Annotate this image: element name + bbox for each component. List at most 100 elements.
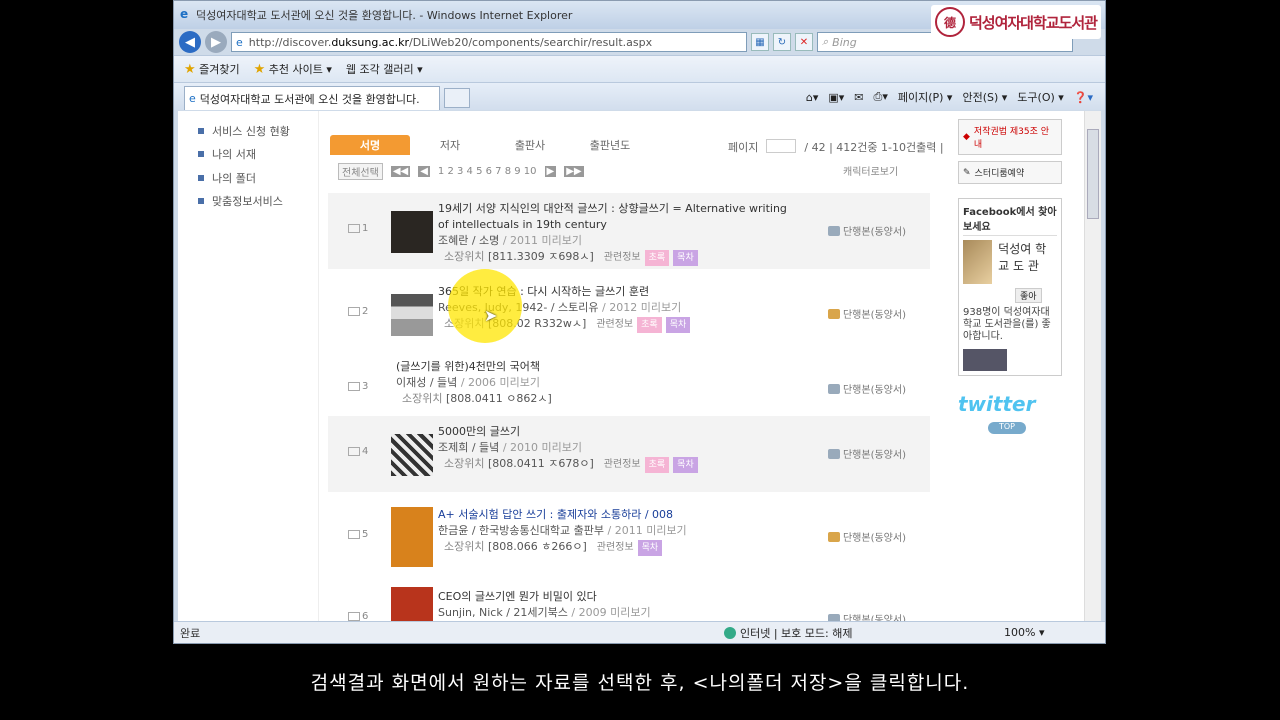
copyright-button[interactable]: ◆ 저작권법 제35조 안내 (958, 119, 1062, 155)
sort-tab-year[interactable]: 출판년도 (570, 135, 650, 155)
result-checkbox[interactable] (348, 446, 360, 456)
book-cover[interactable] (391, 211, 433, 253)
window-title: 덕성여자대학교 도서관에 오신 것을 환영합니다. - Windows Inte… (196, 9, 573, 22)
result-row: 5 A+ 서술시험 답안 쓰기 : 출제자와 소통하라 / 008 한금윤 / … (328, 499, 930, 575)
result-number[interactable]: 1 (348, 223, 368, 234)
refresh-icon[interactable]: ↻ (773, 33, 791, 51)
bullet-icon (198, 174, 204, 181)
result-number[interactable]: 4 (348, 446, 368, 457)
first-page-icon[interactable]: ◀◀ (390, 166, 411, 177)
nav-item-custom[interactable]: 맞춤정보서비스 (198, 190, 290, 214)
sort-tab-publisher[interactable]: 출판사 (490, 135, 570, 155)
result-checkbox[interactable] (348, 381, 360, 391)
result-number[interactable]: 5 (348, 529, 368, 540)
info-link[interactable]: 관련정보 (597, 542, 634, 553)
like-button[interactable]: 좋아 (1015, 288, 1042, 303)
material-type: 단행본(동양서) (827, 306, 906, 321)
book-icon (827, 308, 840, 319)
forward-button[interactable]: ▶ (205, 31, 227, 53)
book-icon (827, 383, 840, 394)
fan-avatar[interactable] (963, 349, 1007, 371)
back-button[interactable]: ◀ (179, 31, 201, 53)
status-text: 완료 (180, 626, 201, 640)
web-slice-gallery-button[interactable]: 웹 조각 갤러리 ▾ (346, 61, 423, 77)
result-info: 19세기 서양 지식인의 대안적 글쓰기 : 상향글쓰기 = Alternati… (438, 201, 798, 266)
twitter-top-button[interactable]: TOP (988, 422, 1026, 434)
result-location: 소장위치 [811.3309 ㅈ698ㅅ] 관련정보 초록 목차 (438, 249, 798, 266)
scrollbar[interactable] (1084, 111, 1101, 621)
copyright-icon: ◆ (963, 132, 970, 142)
page-numbers[interactable]: 1 2 3 4 5 6 7 8 9 10 (438, 166, 537, 177)
feeds-icon[interactable]: ▣▾ (828, 91, 844, 104)
favorites-bar: ★ 즐겨찾기 ★ 추천 사이트 ▾ 웹 조각 갤러리 ▾ (174, 55, 1105, 82)
sort-tab-author[interactable]: 저자 (410, 135, 490, 155)
book-cover[interactable] (391, 507, 433, 567)
result-title[interactable]: 5000만의 글쓰기 (438, 424, 798, 440)
result-location: 소장위치 [808.0411 ㅈ678ㅇ] 관련정보 초록 목차 (438, 456, 798, 473)
abstract-badge[interactable]: 초록 (644, 250, 670, 266)
globe-icon (724, 626, 736, 639)
search-placeholder: Bing (832, 35, 857, 49)
next-page-icon[interactable]: ▶ (544, 166, 557, 177)
result-title[interactable]: 19세기 서양 지식인의 대안적 글쓰기 : 상향글쓰기 = Alternati… (438, 201, 798, 233)
result-title[interactable]: A+ 서술시험 답안 쓰기 : 출제자와 소통하라 / 008 (438, 507, 798, 523)
toc-badge[interactable]: 목차 (665, 317, 691, 333)
result-checkbox[interactable] (348, 223, 360, 233)
result-number[interactable]: 3 (348, 381, 368, 392)
result-checkbox[interactable] (348, 529, 360, 539)
view-toggle[interactable]: 캐릭터로보기 (843, 163, 898, 178)
select-all-button[interactable]: 전체선택 (338, 163, 383, 180)
favorites-button[interactable]: ★ 즐겨찾기 (184, 61, 240, 77)
print-icon[interactable]: ⎙▾ (874, 90, 888, 104)
book-icon (827, 613, 840, 621)
study-room-button[interactable]: ✎ 스터디룸예약 (958, 161, 1062, 184)
prev-page-icon[interactable]: ◀ (418, 166, 430, 177)
toc-badge[interactable]: 목차 (673, 457, 698, 473)
page-input[interactable] (766, 139, 797, 153)
facebook-avatar[interactable] (963, 240, 993, 284)
abstract-badge[interactable]: 초록 (637, 317, 662, 333)
suggested-sites-button[interactable]: ★ 추천 사이트 ▾ (254, 61, 332, 77)
book-cover[interactable] (391, 434, 433, 476)
help-icon[interactable]: ❓▾ (1074, 91, 1093, 104)
toc-badge[interactable]: 목차 (673, 250, 698, 266)
result-info: A+ 서술시험 답안 쓰기 : 출제자와 소통하라 / 008 한금윤 / 한국… (438, 507, 798, 556)
info-link[interactable]: 관련정보 (596, 319, 633, 330)
home-icon[interactable]: ⌂▾ (806, 91, 819, 104)
page-content: 서비스 신청 현황 나의 서재 나의 폴더 맞춤정보서비스 서명 저자 출판사 … (178, 111, 1101, 621)
pencil-icon: ✎ (963, 167, 971, 178)
scrollbar-thumb[interactable] (1087, 129, 1099, 219)
facebook-page-name[interactable]: 덕성여 학교 도 관 (998, 240, 1057, 284)
tools-menu[interactable]: 도구(O) ▾ (1017, 89, 1064, 105)
book-cover[interactable] (391, 294, 433, 336)
tab-library[interactable]: e 덕성여자대학교 도서관에 오신 것을 환영합니다. (184, 86, 440, 110)
new-tab-button[interactable] (444, 88, 470, 108)
mail-icon[interactable]: ✉ (854, 91, 863, 104)
nav-item-folder[interactable]: 나의 폴더 (198, 166, 290, 190)
twitter-logo[interactable]: twitter (958, 392, 1062, 416)
result-number[interactable]: 6 (348, 611, 368, 621)
info-link[interactable]: 관련정보 (604, 459, 641, 470)
command-bar: ⌂▾ ▣▾ ✉ ⎙▾ 페이지(P) ▾ 안전(S) ▾ 도구(O) ▾ ❓▾ (806, 89, 1093, 105)
nav-item-service[interactable]: 서비스 신청 현황 (198, 119, 290, 143)
nav-item-library[interactable]: 나의 서재 (198, 143, 290, 167)
result-checkbox[interactable] (348, 306, 360, 316)
result-info: (글쓰기를 위한)4천만의 국어책 이재성 / 들녘 / 2006 미리보기 소… (396, 359, 756, 407)
zoom-level[interactable]: 100% ▾ (1004, 626, 1044, 639)
result-title[interactable]: CEO의 글쓰기엔 뭔가 비밀이 있다 (438, 589, 798, 605)
toc-badge[interactable]: 목차 (637, 540, 663, 556)
result-title[interactable]: (글쓰기를 위한)4천만의 국어책 (396, 359, 756, 375)
safety-menu[interactable]: 안전(S) ▾ (962, 89, 1007, 105)
compat-view-icon[interactable]: ▦ (751, 33, 769, 51)
abstract-badge[interactable]: 초록 (644, 457, 670, 473)
result-number[interactable]: 2 (348, 306, 368, 317)
page-menu[interactable]: 페이지(P) ▾ (898, 89, 953, 105)
last-page-icon[interactable]: ▶▶ (564, 166, 584, 177)
info-link[interactable]: 관련정보 (604, 252, 641, 263)
stop-icon[interactable]: ✕ (795, 33, 813, 51)
result-author: 한금윤 / 한국방송통신대학교 출판부 / 2011 미리보기 (438, 524, 687, 537)
address-bar[interactable]: e http://discover.duksung.ac.kr/DLiWeb20… (231, 32, 747, 52)
sort-tab-title[interactable]: 서명 (330, 135, 410, 155)
result-checkbox[interactable] (348, 611, 360, 621)
book-cover[interactable] (391, 587, 433, 621)
